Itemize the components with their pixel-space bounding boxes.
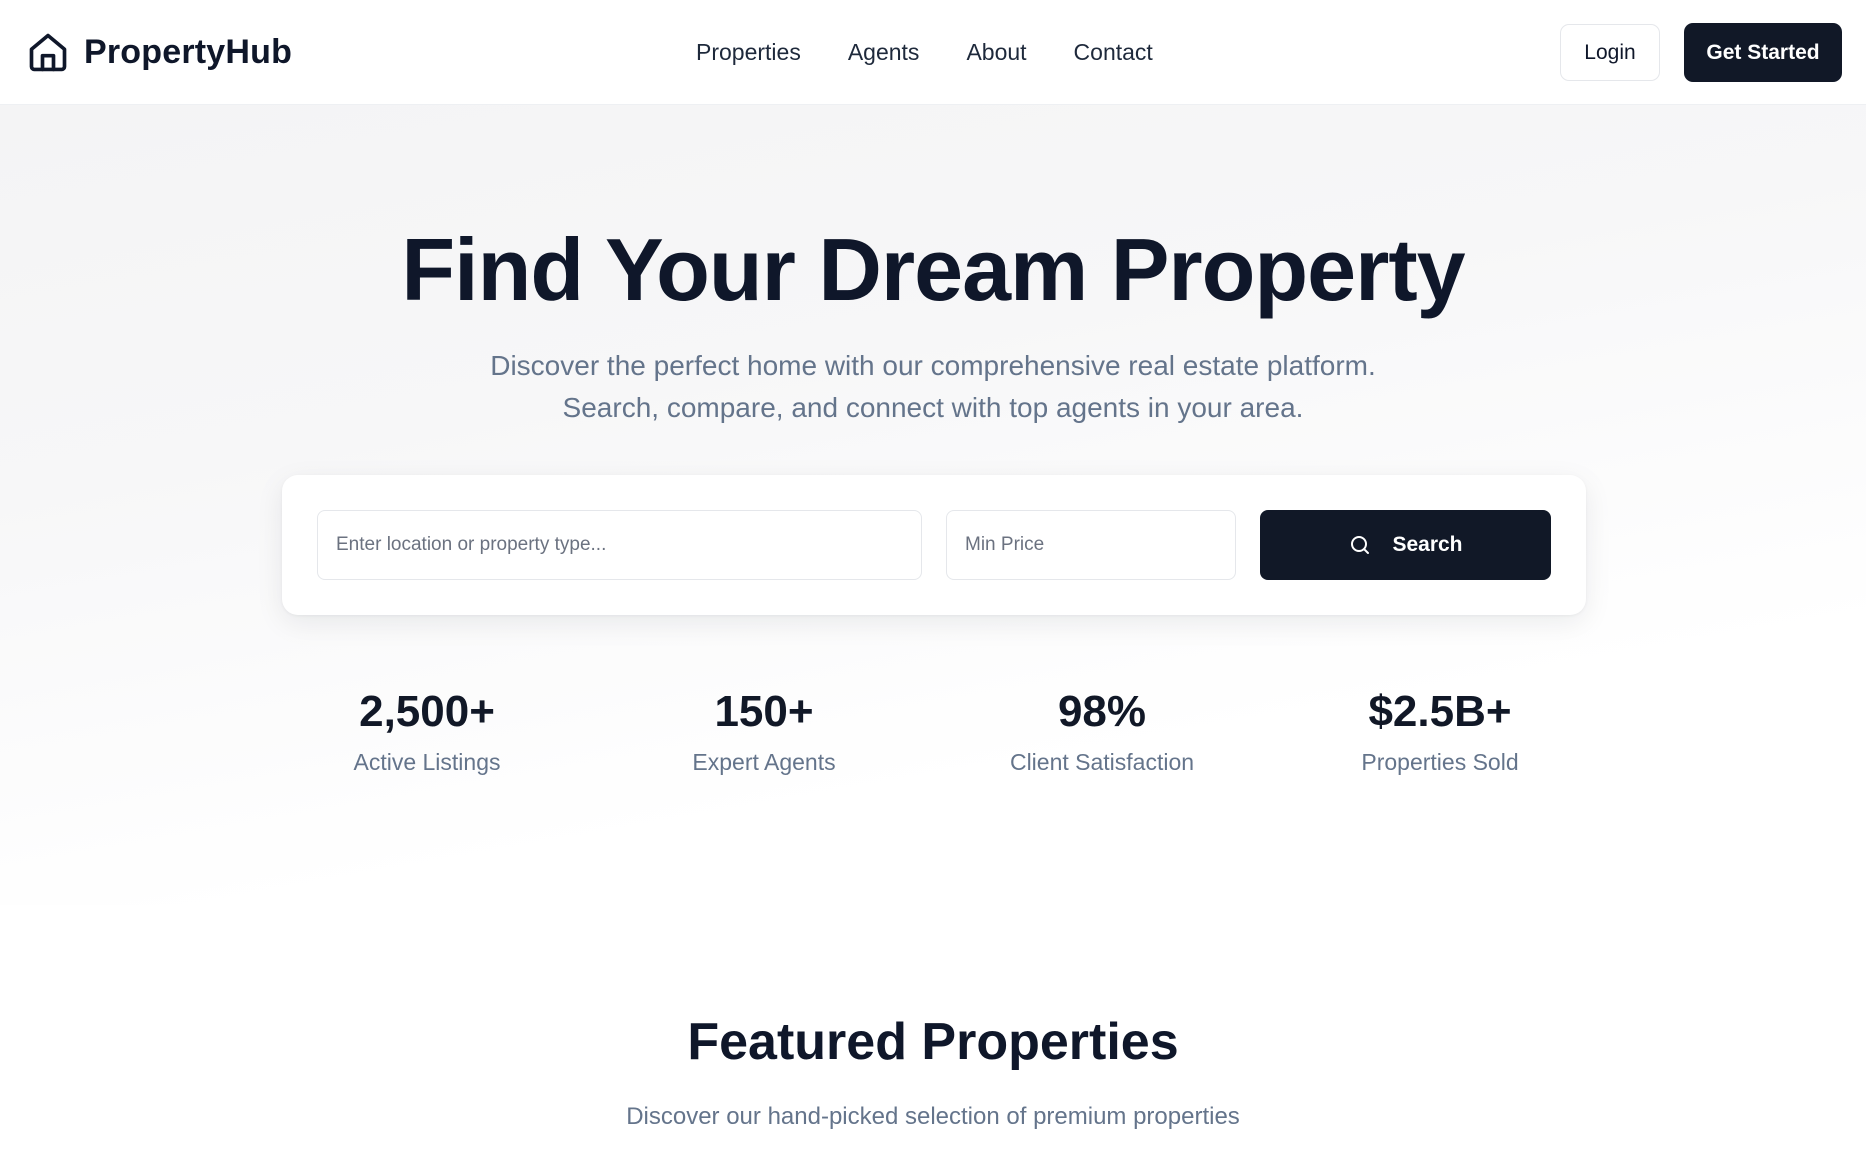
hero-section: Find Your Dream Property Discover the pe… <box>0 105 1866 905</box>
brand-logo[interactable]: PropertyHub <box>26 28 292 76</box>
min-price-input[interactable] <box>946 510 1236 580</box>
stat-properties-sold: $2.5B+ Properties Sold <box>1290 685 1590 777</box>
hero-subtitle: Discover the perfect home with our compr… <box>0 345 1866 429</box>
stat-label: Expert Agents <box>692 749 836 775</box>
main-nav: Properties Agents About Contact <box>696 36 1153 68</box>
hero-title: Find Your Dream Property <box>401 220 1465 319</box>
top-navbar: PropertyHub Properties Agents About Cont… <box>0 0 1866 105</box>
brand-name: PropertyHub <box>84 32 293 71</box>
stat-active-listings: 2,500+ Active Listings <box>277 685 577 777</box>
featured-title: Featured Properties <box>687 1013 1179 1071</box>
stat-label: Properties Sold <box>1361 749 1519 775</box>
stat-label: Active Listings <box>353 749 501 775</box>
get-started-button[interactable]: Get Started <box>1684 23 1842 82</box>
search-icon <box>1351 536 1370 554</box>
stats-row: 2,500+ Active Listings 150+ Expert Agent… <box>0 685 1866 785</box>
stat-client-satisfaction: 98% Client Satisfaction <box>952 685 1252 777</box>
stat-value: 150+ <box>714 687 814 736</box>
stat-expert-agents: 150+ Expert Agents <box>614 685 914 777</box>
house-icon <box>29 33 67 72</box>
stat-value: 2,500+ <box>359 687 495 736</box>
search-button[interactable]: Search <box>1260 510 1551 580</box>
search-card: Search <box>282 475 1586 615</box>
nav-link-contact[interactable]: Contact <box>1074 36 1153 68</box>
search-button-label: Search <box>1392 533 1463 556</box>
stat-value: 98% <box>1057 687 1147 736</box>
hero-subtitle-line-2: Search, compare, and connect with top ag… <box>562 392 1304 423</box>
login-button[interactable]: Login <box>1560 24 1660 81</box>
nav-link-agents[interactable]: Agents <box>848 36 920 68</box>
stat-label: Client Satisfaction <box>1009 749 1195 775</box>
nav-link-about[interactable]: About <box>966 36 1026 68</box>
location-search-input[interactable] <box>317 510 922 580</box>
nav-link-properties[interactable]: Properties <box>696 36 801 68</box>
stat-value: $2.5B+ <box>1368 687 1512 736</box>
hero-subtitle-line-1: Discover the perfect home with our compr… <box>490 350 1376 381</box>
featured-subtitle: Discover our hand-picked selection of pr… <box>626 1103 1240 1130</box>
